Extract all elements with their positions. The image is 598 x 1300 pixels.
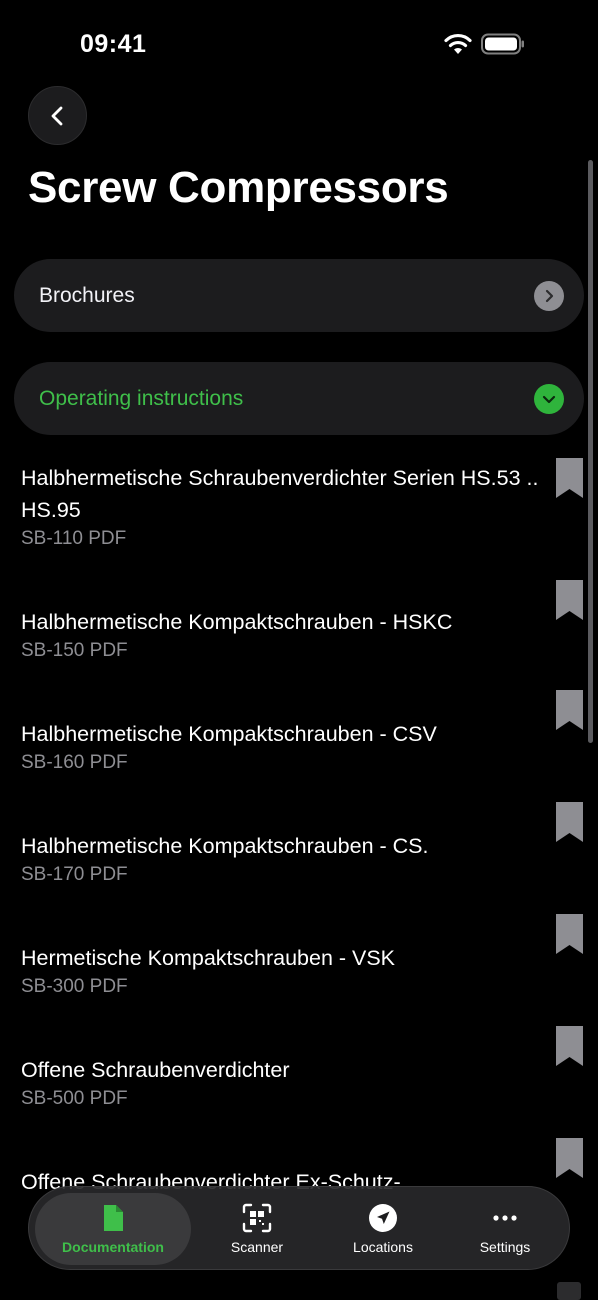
chevron-down-icon: [534, 383, 564, 414]
tab-label: Scanner: [230, 1239, 284, 1255]
document-subtitle: SB-110 PDF: [21, 528, 127, 549]
bookmark-icon[interactable]: [556, 1026, 583, 1066]
operating-instructions-row[interactable]: Operating instructions: [14, 362, 584, 435]
chevron-right-icon: [534, 280, 564, 311]
bookmark-icon[interactable]: [556, 1138, 583, 1178]
document-subtitle: SB-500 PDF: [21, 1088, 128, 1109]
tab-label: Documentation: [62, 1239, 164, 1255]
bookmark-icon[interactable]: [556, 690, 583, 730]
brochures-label: Brochures: [39, 283, 135, 307]
more-icon: [493, 1215, 517, 1221]
document-title: Hermetische Kompaktschrauben - VSK: [21, 946, 396, 970]
tab-scanner[interactable]: Scanner: [199, 1193, 315, 1265]
tab-locations[interactable]: Locations: [325, 1193, 441, 1265]
bookmark-icon[interactable]: [556, 802, 583, 842]
document-subtitle: SB-150 PDF: [21, 640, 128, 661]
document-subtitle: SB-170 PDF: [21, 864, 128, 885]
wifi-icon: [444, 33, 472, 54]
document-title: Halbhermetische Kompaktschrauben - CSV: [21, 722, 437, 746]
document-title: Halbhermetische Kompaktschrauben - CS.: [21, 834, 429, 858]
bookmark-icon[interactable]: [556, 914, 583, 954]
battery-icon: [481, 33, 524, 55]
document-title: Halbhermetische Kompaktschrauben - HSKC: [21, 610, 453, 634]
qr-scanner-icon: [242, 1203, 272, 1233]
location-arrow-icon: [369, 1204, 397, 1232]
brochures-row[interactable]: Brochures: [14, 259, 584, 332]
bookmark-icon[interactable]: [556, 580, 583, 620]
tab-settings[interactable]: Settings: [447, 1193, 563, 1265]
tab-documentation[interactable]: Documentation: [35, 1193, 191, 1265]
status-bar: 09:41: [0, 0, 598, 90]
document-subtitle: SB-160 PDF: [21, 752, 128, 773]
document-subtitle: SB-300 PDF: [21, 976, 128, 997]
page-title: Screw Compressors: [28, 163, 449, 212]
scrollbar[interactable]: [588, 160, 593, 743]
tab-bar: Documentation Scanner Locations Settings: [28, 1186, 570, 1270]
back-button[interactable]: [28, 86, 87, 145]
document-icon: [104, 1205, 123, 1231]
status-time: 09:41: [80, 30, 147, 58]
operating-instructions-label: Operating instructions: [39, 386, 244, 410]
tab-label: Locations: [353, 1239, 413, 1255]
chevron-left-icon: [51, 106, 62, 125]
document-title: Offene Schraubenverdichter: [21, 1058, 290, 1082]
document-title: Halbhermetische Schraubenverdichter Seri…: [21, 466, 539, 522]
home-indicator: [557, 1282, 581, 1300]
bookmark-icon[interactable]: [556, 458, 583, 498]
tab-label: Settings: [479, 1239, 531, 1255]
